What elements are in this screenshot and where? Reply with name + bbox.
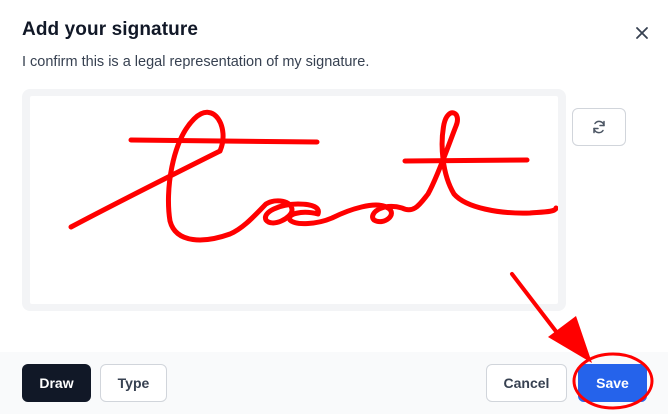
signature-canvas[interactable] — [30, 96, 558, 304]
signature-pad-frame — [22, 89, 566, 311]
refresh-icon — [593, 120, 605, 134]
cancel-button[interactable]: Cancel — [486, 364, 567, 402]
close-button[interactable] — [628, 19, 656, 47]
draw-mode-button[interactable]: Draw — [22, 364, 91, 402]
dialog-title: Add your signature — [22, 19, 198, 40]
dialog-subtitle: I confirm this is a legal representation… — [22, 54, 370, 70]
signature-drawing — [68, 109, 558, 243]
clear-signature-button[interactable] — [572, 108, 626, 146]
close-icon — [636, 27, 648, 39]
type-mode-button[interactable]: Type — [100, 364, 167, 402]
signature-dialog: Add your signature I confirm this is a l… — [0, 0, 668, 414]
save-button[interactable]: Save — [578, 364, 647, 402]
